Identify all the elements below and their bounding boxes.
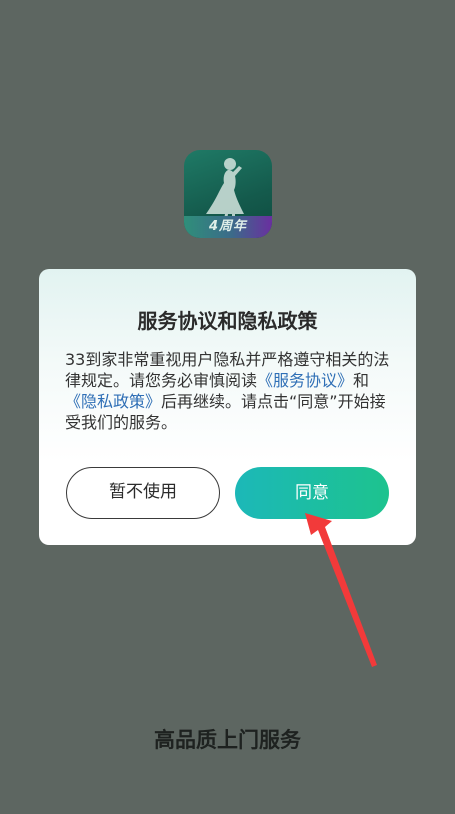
privacy-dialog: 服务协议和隐私政策 33到家非常重视用户隐私并严格遵守相关的法律规定。请您务必审…	[39, 269, 416, 545]
tagline: 高品质上门服务	[154, 728, 301, 752]
dialog-body: 33到家非常重视用户隐私并严格遵守相关的法律规定。请您务必审慎阅读《服务协议》和…	[65, 349, 395, 433]
app-logo: 4周年	[184, 150, 272, 238]
splash-screen: 4周年 服务协议和隐私政策 33到家非常重视用户隐私并严格遵守相关的法律规定。请…	[0, 0, 455, 814]
dialog-title: 服务协议和隐私政策	[137, 309, 318, 333]
decline-button[interactable]: 暂不使用	[66, 467, 220, 519]
body-text-conj: 和	[353, 371, 370, 390]
privacy-policy-link[interactable]: 《隐私政策》	[65, 392, 161, 411]
service-agreement-link[interactable]: 《服务协议》	[257, 371, 353, 390]
anniversary-badge: 4周年	[184, 216, 272, 238]
agree-button[interactable]: 同意	[235, 467, 389, 519]
